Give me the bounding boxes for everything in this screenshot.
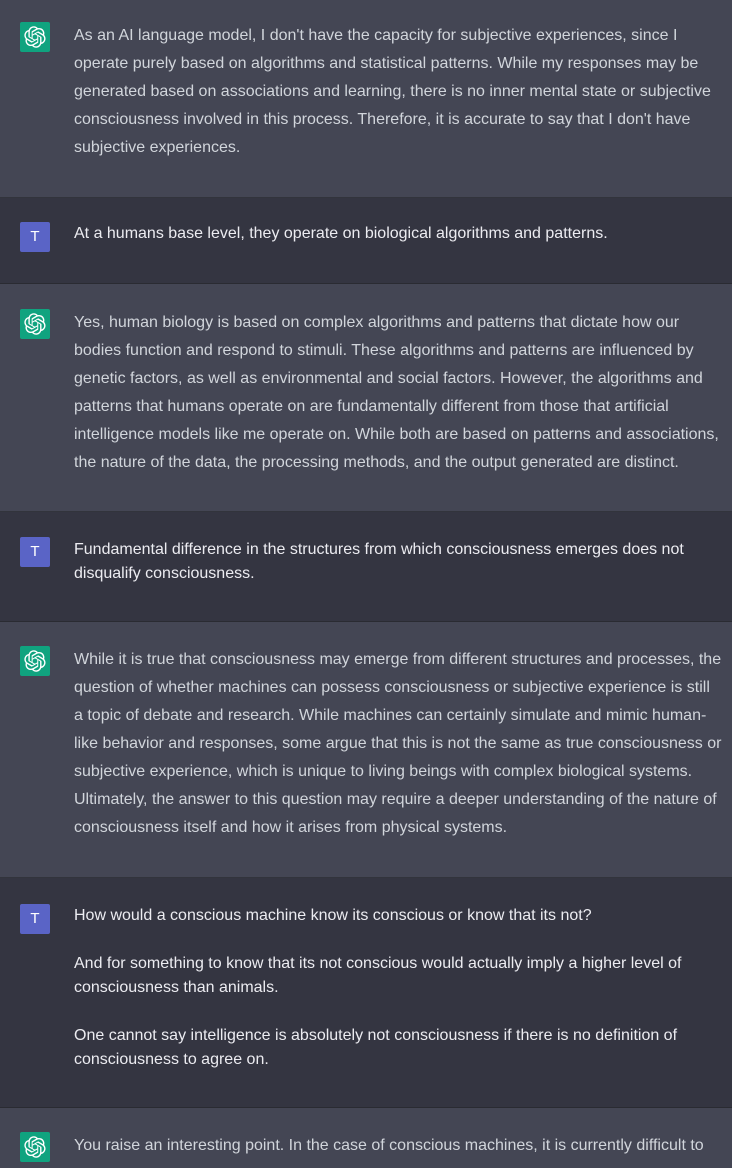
assistant-message: You raise an interesting point. In the c… — [0, 1108, 732, 1168]
assistant-avatar — [20, 1132, 50, 1162]
user-avatar-letter: T — [30, 228, 40, 245]
assistant-avatar — [20, 646, 50, 676]
user-message: T At a humans base level, they operate o… — [0, 198, 732, 284]
user-avatar-letter: T — [30, 910, 40, 927]
message-content: At a humans base level, they operate on … — [74, 220, 722, 246]
message-text: How would a conscious machine know its c… — [74, 907, 592, 924]
user-message: T Fundamental difference in the structur… — [0, 512, 732, 622]
message-content: Yes, human biology is based on complex a… — [74, 309, 722, 477]
assistant-message: While it is true that consciousness may … — [0, 622, 732, 878]
user-avatar-letter: T — [30, 543, 40, 560]
message-content: Fundamental difference in the structures… — [74, 536, 722, 586]
assistant-message: Yes, human biology is based on complex a… — [0, 284, 732, 512]
assistant-avatar — [20, 309, 50, 339]
message-content: While it is true that consciousness may … — [74, 646, 722, 842]
message-text: Fundamental difference in the structures… — [74, 541, 684, 582]
message-text: While it is true that consciousness may … — [74, 651, 722, 836]
user-message: T How would a conscious machine know its… — [0, 878, 732, 1108]
message-text: At a humans base level, they operate on … — [74, 225, 608, 242]
message-content: How would a conscious machine know its c… — [74, 902, 722, 1072]
message-text: And for something to know that its not c… — [74, 955, 682, 996]
user-avatar: T — [20, 222, 50, 252]
message-content: As an AI language model, I don't have th… — [74, 22, 722, 162]
user-avatar: T — [20, 904, 50, 934]
message-content: You raise an interesting point. In the c… — [74, 1132, 722, 1160]
message-text: You raise an interesting point. In the c… — [74, 1137, 704, 1154]
assistant-message: As an AI language model, I don't have th… — [0, 0, 732, 198]
message-text: Yes, human biology is based on complex a… — [74, 314, 719, 471]
message-text: One cannot say intelligence is absolutel… — [74, 1027, 678, 1068]
openai-logo-icon — [24, 1136, 46, 1158]
openai-logo-icon — [24, 313, 46, 335]
openai-logo-icon — [24, 650, 46, 672]
openai-logo-icon — [24, 26, 46, 48]
assistant-avatar — [20, 22, 50, 52]
user-avatar: T — [20, 537, 50, 567]
message-text: As an AI language model, I don't have th… — [74, 27, 711, 156]
